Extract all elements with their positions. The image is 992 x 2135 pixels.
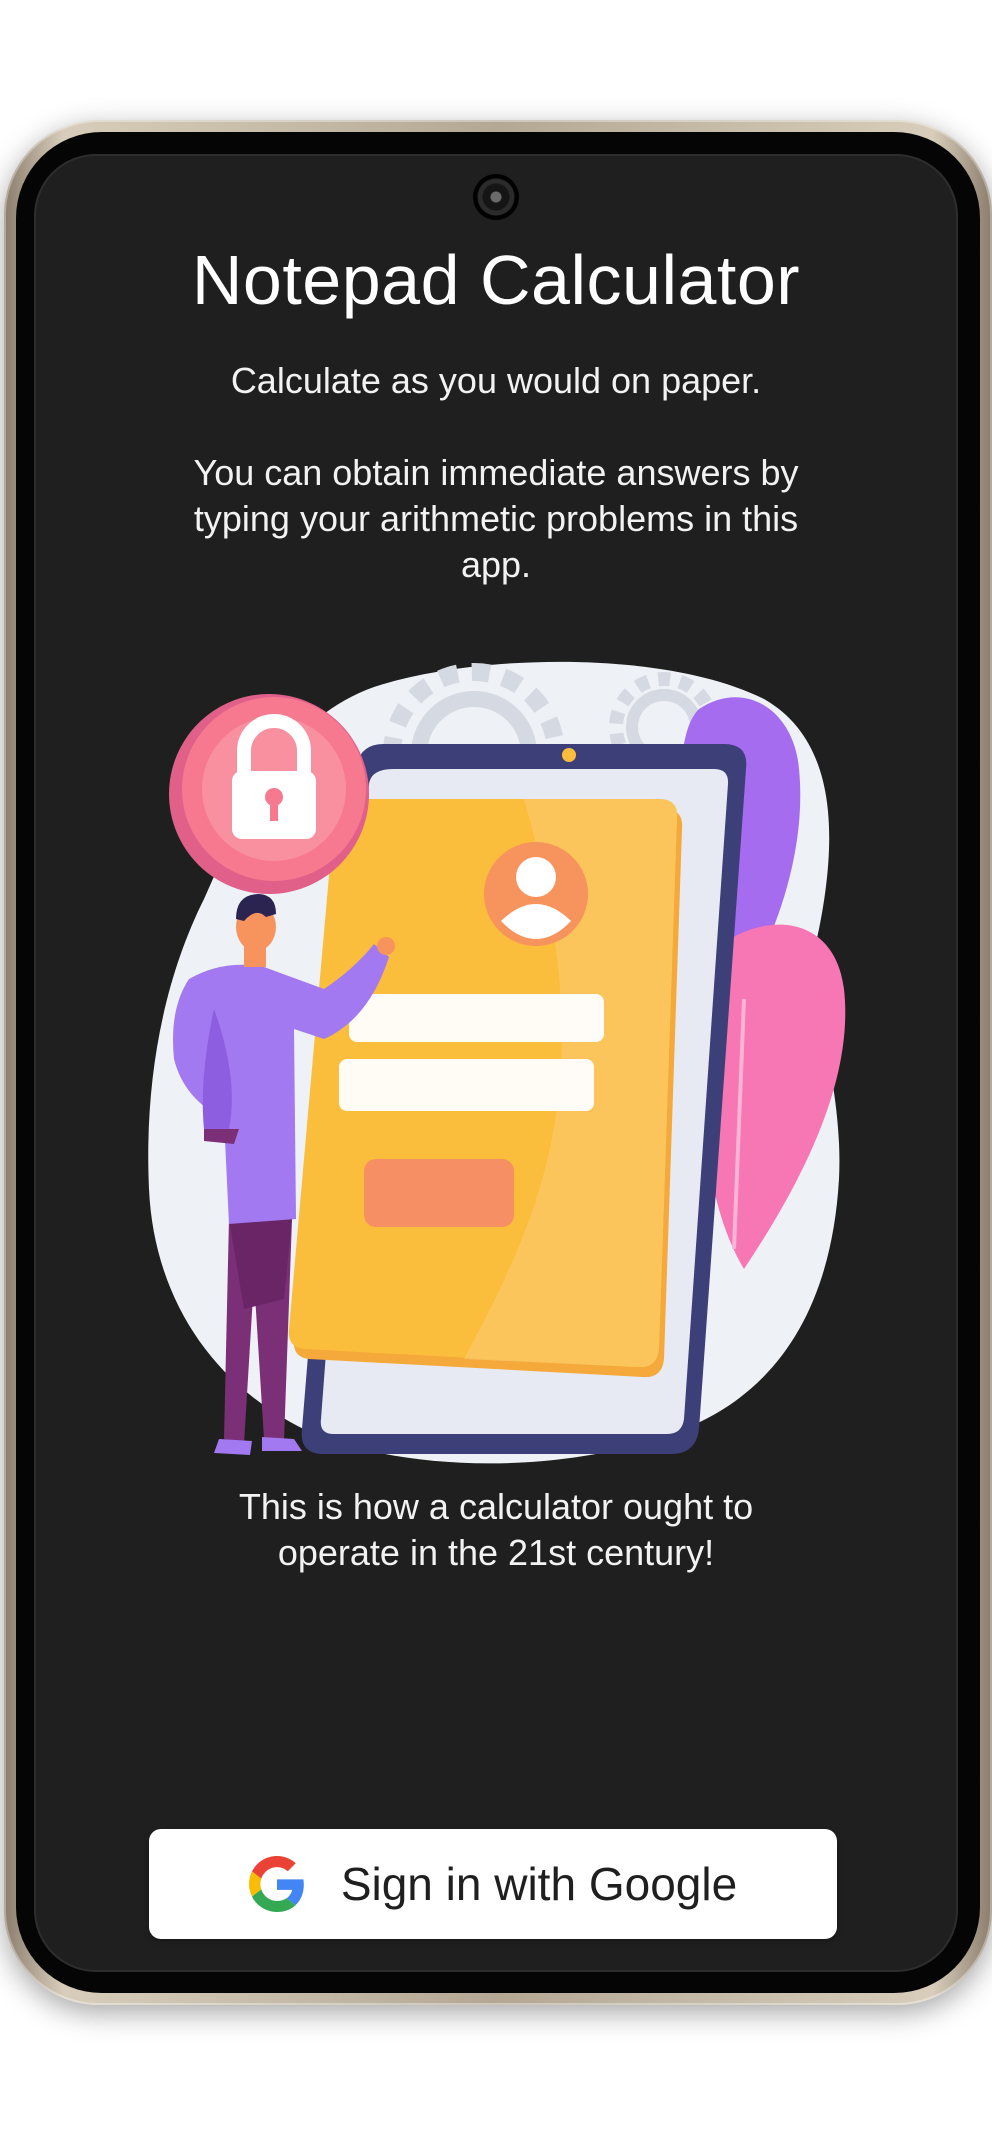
app-title: Notepad Calculator [191,241,801,319]
lock-icon [169,694,369,894]
app-subtitle: Calculate as you would on paper. [230,360,762,401]
google-g-icon [248,1856,304,1912]
username-field-graphic [349,994,604,1042]
app-description: You can obtain immediate answers by typi… [193,452,799,585]
login-illustration [148,661,846,1464]
google-sign-in-button[interactable]: Sign in with Google [149,1829,837,1939]
google-sign-in-label: Sign in with Google [340,1858,738,1910]
front-camera-icon [473,174,519,220]
login-card-graphic [288,799,683,1378]
tagline-text: This is how a calculator ought to operat… [238,1486,754,1573]
login-button-graphic [364,1159,514,1227]
password-field-graphic [339,1059,594,1111]
app-screen: Notepad Calculator Calculate as you woul… [34,154,958,1972]
